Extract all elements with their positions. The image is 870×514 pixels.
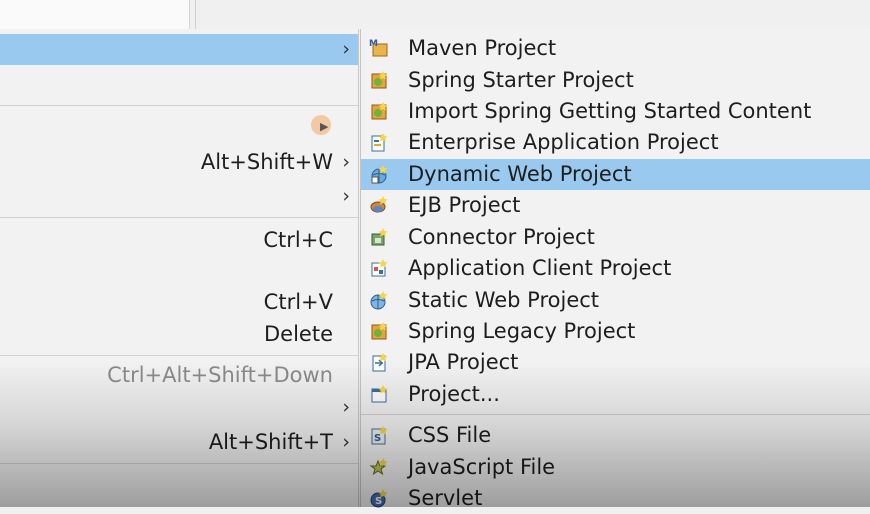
submenu-item-label: Enterprise Application Project xyxy=(408,130,719,154)
submenu-item-label: CSS File xyxy=(408,423,492,447)
menu-item-copy[interactable]: Ctrl+C xyxy=(0,225,358,256)
submenu-arrow-icon: › xyxy=(342,431,350,453)
menu-separator xyxy=(0,463,358,464)
submenu-item-enterprise-app-project[interactable]: Enterprise Application Project xyxy=(361,127,870,158)
maven-project-icon: M xyxy=(369,39,388,57)
dynamic-web-icon xyxy=(371,165,388,184)
context-menu: › Alt+Shift+W › › Ctrl+C Ctrl+V Delete C… xyxy=(0,29,359,507)
submenu-item-import-spring-content[interactable]: Import Spring Getting Started Content xyxy=(361,96,870,127)
submenu-item-label: Connector Project xyxy=(408,225,595,249)
submenu-item-app-client-project[interactable]: Application Client Project xyxy=(361,253,870,284)
submenu-arrow-icon: › xyxy=(342,396,350,418)
menu-item-new[interactable]: › xyxy=(0,34,358,65)
submenu-item-label: Spring Starter Project xyxy=(408,68,634,92)
app-client-icon xyxy=(371,259,388,277)
submenu-item-label: EJB Project xyxy=(408,193,521,217)
menu-item-show-in[interactable]: Alt+Shift+W › xyxy=(0,147,358,178)
submenu-item-label: Project... xyxy=(408,382,500,406)
submenu-item-servlet[interactable]: S Servlet xyxy=(361,483,870,514)
spring-legacy-icon xyxy=(371,322,388,340)
svg-text:M: M xyxy=(369,39,378,49)
submenu-item-css-file[interactable]: S CSS File xyxy=(361,420,870,451)
shortcut-label: Delete xyxy=(264,322,333,346)
submenu-item-spring-legacy-project[interactable]: Spring Legacy Project xyxy=(361,316,870,347)
menu-separator xyxy=(0,105,358,106)
generic-project-icon xyxy=(371,385,388,403)
jpa-project-icon xyxy=(372,353,388,372)
submenu-item-label: Servlet xyxy=(408,486,483,510)
css-file-icon: S xyxy=(371,426,388,445)
menu-item-remove-from-context: Ctrl+Alt+Shift+Down xyxy=(0,360,358,391)
menu-item-submenu[interactable]: › xyxy=(0,392,358,423)
submenu-item-static-web-project[interactable]: Static Web Project xyxy=(361,285,870,316)
menu-separator xyxy=(361,414,870,415)
shortcut-label: Ctrl+Alt+Shift+Down xyxy=(107,363,333,387)
submenu-item-dynamic-web-project[interactable]: Dynamic Web Project xyxy=(361,159,870,190)
shortcut-label: Alt+Shift+T xyxy=(208,430,333,454)
menu-separator xyxy=(0,355,358,356)
menu-item-blank[interactable] xyxy=(0,113,358,144)
javascript-file-icon xyxy=(369,458,388,476)
menu-item-blank[interactable] xyxy=(0,256,358,287)
submenu-item-maven-project[interactable]: M Maven Project xyxy=(361,33,870,64)
submenu-arrow-icon: › xyxy=(342,151,350,173)
submenu-item-label: JavaScript File xyxy=(408,455,556,479)
submenu-item-label: Import Spring Getting Started Content xyxy=(408,99,812,123)
submenu-item-label: JPA Project xyxy=(408,350,519,374)
submenu-item-javascript-file[interactable]: JavaScript File xyxy=(361,452,870,483)
submenu-item-generic-project[interactable]: Project... xyxy=(361,379,870,410)
shortcut-label: Ctrl+V xyxy=(263,290,333,314)
svg-text:S: S xyxy=(375,496,382,507)
mouse-cursor-icon: ▶ xyxy=(320,120,329,133)
editor-divider xyxy=(195,0,196,29)
ejb-project-icon xyxy=(370,196,388,213)
static-web-icon xyxy=(370,291,388,310)
new-submenu: M Maven Project Spring Starter Project I… xyxy=(360,29,870,510)
shortcut-label: Alt+Shift+W xyxy=(200,150,333,174)
servlet-icon: S xyxy=(370,489,388,508)
submenu-item-label: Spring Legacy Project xyxy=(408,319,636,343)
menu-separator xyxy=(0,217,358,218)
svg-text:S: S xyxy=(374,433,381,444)
connector-project-icon xyxy=(371,228,388,246)
shortcut-label: Ctrl+C xyxy=(263,228,333,252)
submenu-arrow-icon: › xyxy=(342,185,350,207)
submenu-item-jpa-project[interactable]: JPA Project xyxy=(361,347,870,378)
editor-area xyxy=(0,0,190,29)
spring-starter-icon xyxy=(371,71,388,89)
submenu-item-label: Maven Project xyxy=(408,36,557,60)
submenu-item-connector-project[interactable]: Connector Project xyxy=(361,222,870,253)
menu-item-submenu[interactable]: › xyxy=(0,181,358,212)
submenu-item-label: Static Web Project xyxy=(408,288,600,312)
submenu-arrow-icon: › xyxy=(342,38,350,60)
menu-item-delete[interactable]: Delete xyxy=(0,319,358,350)
menu-item-paste[interactable]: Ctrl+V xyxy=(0,287,358,318)
menu-item-blank[interactable] xyxy=(0,68,358,99)
submenu-item-spring-starter-project[interactable]: Spring Starter Project xyxy=(361,65,870,96)
submenu-item-label: Dynamic Web Project xyxy=(408,162,632,186)
submenu-item-ejb-project[interactable]: EJB Project xyxy=(361,190,870,221)
submenu-item-label: Application Client Project xyxy=(408,256,672,280)
menu-item-refactor[interactable]: Alt+Shift+T › xyxy=(0,427,358,458)
spring-import-icon xyxy=(371,102,388,120)
enterprise-app-icon xyxy=(371,133,388,152)
